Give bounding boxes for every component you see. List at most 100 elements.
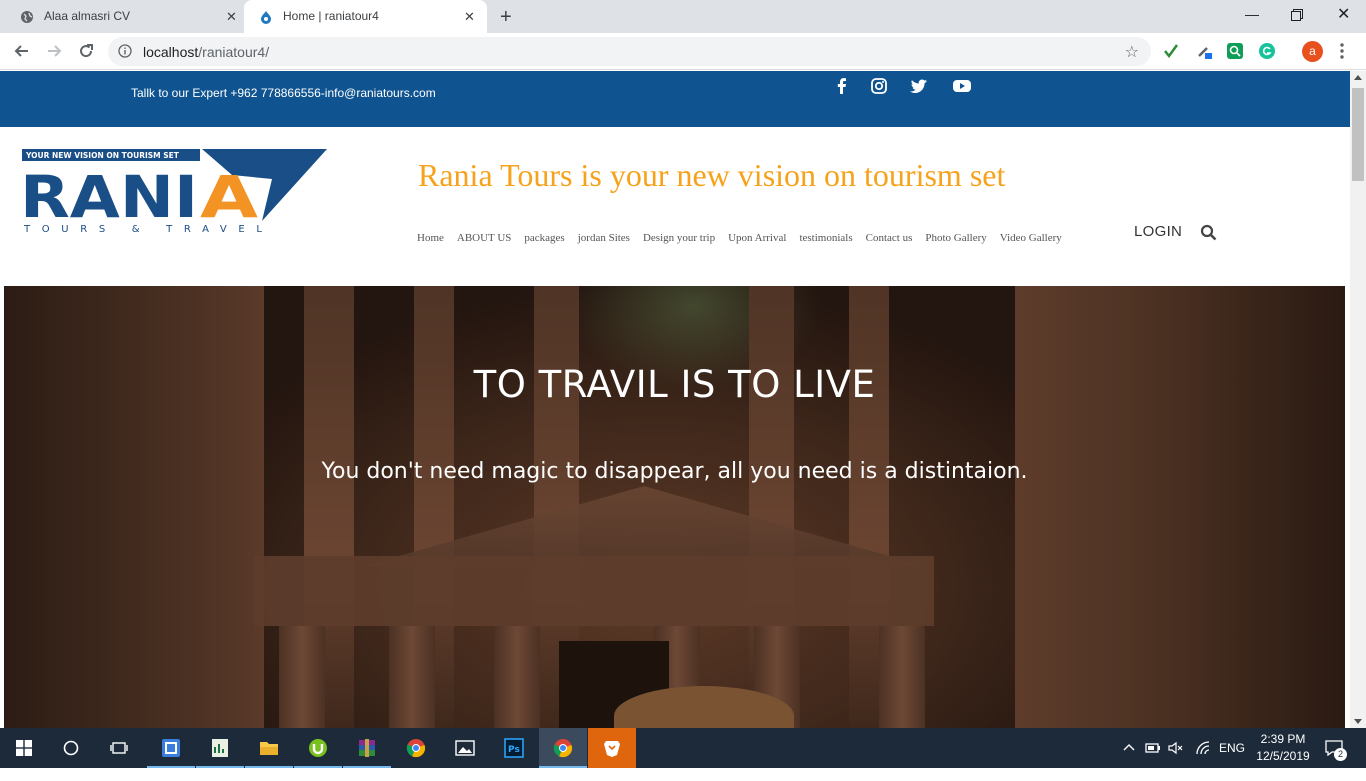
nav-testimonials[interactable]: testimonials (799, 232, 852, 244)
taskbar-utorrent[interactable] (294, 728, 342, 768)
clock-date: 12/5/2019 (1256, 749, 1310, 763)
globe-icon (21, 11, 33, 23)
hero-column (389, 626, 435, 728)
hero-column (494, 626, 540, 728)
close-window-icon[interactable]: ✕ (1337, 4, 1350, 24)
scroll-down-arrow-icon[interactable] (1354, 719, 1362, 724)
restore-icon[interactable] (1291, 9, 1303, 21)
tab-title: Home | raniatour4 (283, 9, 379, 23)
search-icon[interactable] (1200, 224, 1217, 241)
utorrent-icon (309, 739, 327, 757)
scroll-up-arrow-icon[interactable] (1354, 75, 1362, 80)
windows-start-icon[interactable] (16, 740, 32, 756)
taskbar-winrar[interactable] (343, 728, 391, 768)
youtube-icon[interactable] (952, 77, 972, 95)
wifi-icon[interactable] (1195, 741, 1211, 755)
reload-icon[interactable] (76, 41, 96, 61)
url-text: localhost/raniatour4/ (143, 44, 269, 60)
clock-time: 2:39 PM (1260, 732, 1306, 746)
photos-icon (455, 740, 475, 756)
login-link[interactable]: LOGIN (1134, 223, 1182, 240)
notification-count-badge: 2 (1334, 748, 1347, 761)
cortana-search-icon[interactable] (63, 740, 79, 756)
info-icon[interactable] (118, 44, 132, 58)
bookmark-star-icon[interactable]: ☆ (1125, 42, 1139, 62)
taskbar-app-blue-square[interactable] (147, 728, 195, 768)
rania-tours-logo[interactable]: YOUR NEW VISION ON TOURISM SET RANI A TO… (22, 149, 327, 235)
language-indicator[interactable]: ENG (1219, 741, 1245, 781)
taskbar-brave[interactable] (588, 728, 636, 768)
url-path: /raniatour4/ (198, 44, 270, 60)
facebook-icon[interactable] (833, 77, 851, 95)
site-header: YOUR NEW VISION ON TOURISM SET RANI A TO… (0, 127, 1350, 286)
taskbar-clock[interactable]: 2:39 PM 12/5/2019 (1250, 731, 1316, 765)
instagram-icon[interactable] (870, 77, 888, 95)
nav-design-your-trip[interactable]: Design your trip (643, 232, 715, 244)
extension-checkmark-icon[interactable] (1163, 43, 1179, 59)
new-tab-icon[interactable]: + (500, 6, 512, 29)
chevron-up-icon[interactable] (1123, 743, 1135, 751)
task-view-icon[interactable] (110, 740, 128, 756)
hero-rock-right (1015, 286, 1345, 728)
logo-name-blue: RANI (22, 163, 198, 231)
hero-banner: TO TRAVIL IS TO LIVE You don't need magi… (4, 286, 1345, 728)
page-scrollbar[interactable] (1350, 71, 1366, 728)
tab-home-raniatour4[interactable]: Home | raniatour4 ✕ (244, 0, 487, 33)
taskbar-photos[interactable] (441, 728, 489, 768)
minimize-icon[interactable]: — (1245, 6, 1259, 22)
nav-jordan-sites[interactable]: jordan Sites (578, 232, 630, 244)
taskbar-photoshop[interactable]: Ps (490, 728, 538, 768)
logo-name-orange: A (200, 163, 258, 231)
extension-search-green-icon[interactable] (1227, 43, 1243, 59)
scrollbar-thumb[interactable] (1352, 88, 1364, 181)
photoshop-icon: Ps (504, 738, 524, 758)
main-nav: Home ABOUT US packages jordan Sites Desi… (417, 232, 1075, 244)
site-tagline: Rania Tours is your new vision on touris… (418, 157, 1006, 193)
browser-toolbar: localhost/raniatour4/ ☆ a (0, 33, 1366, 70)
hero-subheading: You don't need magic to disappear, all y… (321, 459, 1028, 484)
taskbar-chrome-active[interactable] (539, 728, 587, 768)
twitter-icon[interactable] (910, 77, 928, 95)
chrome-menu-icon[interactable] (1340, 42, 1344, 60)
taskbar-file-explorer[interactable] (245, 728, 293, 768)
hero-rock-left (4, 286, 264, 728)
svg-text:Ps: Ps (508, 745, 520, 755)
tab-alaa-cv[interactable]: Alaa almasri CV ✕ (0, 0, 244, 33)
hero-column (879, 626, 925, 728)
chrome-icon (406, 739, 426, 758)
contact-text: Tallk to our Expert +962 778866556-info@… (131, 86, 436, 100)
web-page: Tallk to our Expert +962 778866556-info@… (0, 71, 1350, 728)
forward-icon[interactable] (44, 41, 64, 61)
extension-eyedropper-icon[interactable] (1196, 43, 1212, 59)
spreadsheet-icon (212, 739, 228, 757)
taskbar-app-spreadsheet[interactable] (196, 728, 244, 768)
taskbar-chrome[interactable] (392, 728, 440, 768)
profile-avatar[interactable]: a (1302, 41, 1323, 62)
back-icon[interactable] (12, 41, 32, 61)
volume-muted-icon[interactable] (1168, 741, 1184, 755)
winrar-icon (359, 739, 375, 757)
tab-title: Alaa almasri CV (44, 9, 131, 23)
nav-contact-us[interactable]: Contact us (866, 232, 913, 244)
nav-packages[interactable]: packages (524, 232, 564, 244)
contact-topbar: Tallk to our Expert +962 778866556-info@… (0, 71, 1350, 127)
nav-photo-gallery[interactable]: Photo Gallery (925, 232, 986, 244)
browser-tab-strip: Alaa almasri CV ✕ Home | raniatour4 ✕ + … (0, 0, 1366, 33)
battery-icon[interactable] (1145, 741, 1161, 755)
brave-lion-icon (604, 741, 620, 757)
nav-video-gallery[interactable]: Video Gallery (1000, 232, 1062, 244)
nav-about-us[interactable]: ABOUT US (457, 232, 512, 244)
hero-entablature (254, 556, 934, 626)
close-tab-icon[interactable]: ✕ (226, 9, 237, 25)
folder-icon (260, 742, 278, 755)
hero-heading: TO TRAVIL IS TO LIVE (473, 363, 876, 406)
grammarly-icon[interactable] (1259, 43, 1275, 59)
chrome-icon (553, 739, 573, 758)
nav-upon-arrival[interactable]: Upon Arrival (728, 232, 786, 244)
hero-column (279, 626, 325, 728)
windows-taskbar: Ps ENG 2:39 PM 12/5/2019 2 (0, 728, 1366, 768)
close-tab-icon[interactable]: ✕ (464, 9, 475, 25)
nav-home[interactable]: Home (417, 232, 444, 244)
address-bar[interactable]: localhost/raniatour4/ ☆ (108, 37, 1151, 66)
app-square-icon (162, 739, 180, 757)
